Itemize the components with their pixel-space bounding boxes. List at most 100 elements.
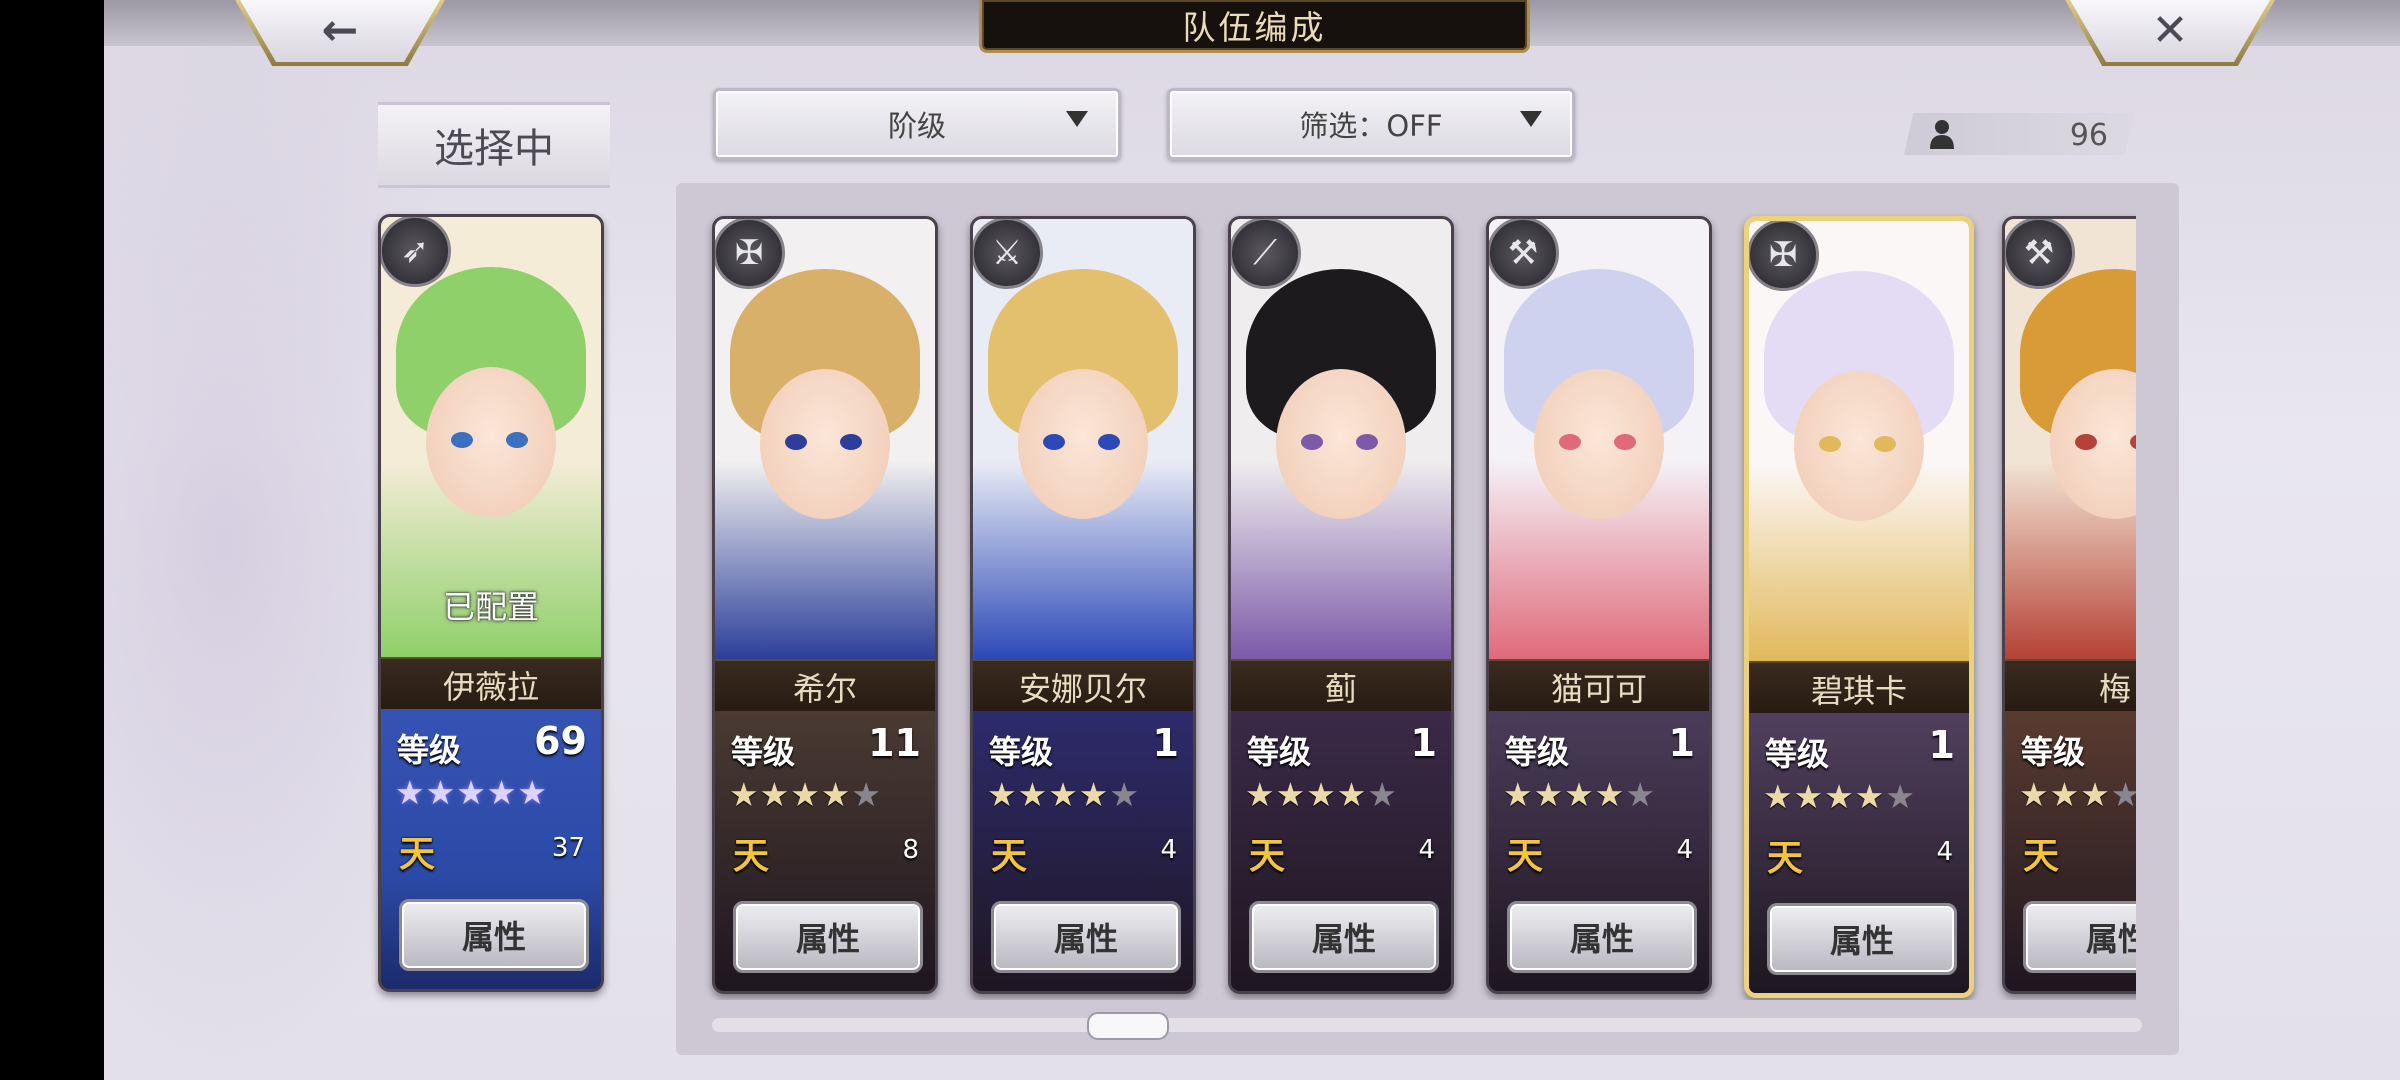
star-icon: ★ — [1367, 775, 1398, 814]
star-icon: ★ — [1078, 775, 1110, 814]
hammer-icon: ⚒ — [2005, 219, 2075, 289]
star-icon: ★ — [1885, 777, 1916, 816]
character-name: 安娜贝尔 — [973, 659, 1193, 713]
star-icon: ★ — [456, 773, 487, 812]
unit-count: 37 — [551, 833, 585, 863]
character-name: 猫可可 — [1489, 659, 1709, 713]
unit-count: 8 — [902, 835, 919, 865]
star-icon: ★ — [2049, 775, 2081, 814]
card-stats: 等级 1 ★★★★★ 天 4 属性 — [1749, 713, 1969, 993]
star-rating: ★★★★★ — [1245, 775, 1398, 814]
level-value: 11 — [868, 721, 921, 765]
tian-icon: 天 — [2023, 836, 2060, 877]
roster-counter: 96 — [1904, 113, 2134, 155]
character-name: 伊薇拉 — [381, 657, 601, 711]
unit-count: 4 — [1936, 837, 1953, 867]
character-name: 希尔 — [715, 659, 935, 713]
attribute-button[interactable]: 属性 — [399, 899, 589, 971]
star-icon: ★ — [1854, 777, 1886, 816]
character-card[interactable]: ⚔ 安娜贝尔 等级 1 ★★★★★ 天 4 属性 — [970, 216, 1196, 994]
roster-count: 96 — [2069, 118, 2108, 153]
card-stats: 等级 1 ★★★★★ 天 4 属性 — [1489, 711, 1709, 991]
sword-icon: ⚔ — [973, 219, 1043, 289]
level-value: 1 — [1410, 721, 1437, 765]
assigned-status: 已配置 — [442, 588, 539, 626]
star-icon: ★ — [1594, 775, 1626, 814]
star-icon: ★ — [395, 773, 426, 812]
card-stats: 等级 69 ★★★★★ 天 37 属性 — [381, 709, 601, 989]
character-name: 碧琪卡 — [1749, 661, 1969, 715]
attribute-button[interactable]: 属性 — [1507, 901, 1697, 973]
close-button[interactable]: ✕ — [2064, 0, 2276, 66]
person-icon — [1930, 120, 1954, 149]
level-label: 等级 — [731, 733, 796, 771]
star-icon: ★ — [2019, 775, 2050, 814]
attribute-button[interactable]: 属性 — [733, 901, 923, 973]
attribute-button[interactable]: 属性 — [991, 901, 1181, 973]
tian-icon: 天 — [733, 836, 770, 877]
star-icon: ★ — [1336, 775, 1368, 814]
chevron-down-icon — [1066, 111, 1088, 127]
level-label: 等级 — [1505, 733, 1570, 771]
attribute-button[interactable]: 属性 — [1249, 901, 1439, 973]
back-button[interactable]: ← — [234, 0, 446, 66]
star-rating: ★★★★★ — [395, 773, 548, 812]
star-icon: ★ — [1824, 777, 1855, 816]
level-value: 69 — [534, 719, 587, 763]
star-icon: ★ — [1275, 775, 1307, 814]
character-card[interactable]: ⚒ 梅等级 ★★★★★ 天属性 — [2002, 216, 2136, 994]
star-icon: ★ — [517, 773, 548, 812]
filter-dropdown-label: 筛选：OFF — [1299, 109, 1443, 143]
filter-dropdown[interactable]: 筛选：OFF — [1167, 88, 1575, 160]
star-icon: ★ — [1763, 777, 1794, 816]
star-icon: ★ — [729, 775, 760, 814]
star-icon: ★ — [1048, 775, 1079, 814]
team-formation-screen: ← 队伍编成 ✕ 选择中 阶级 筛选：OFF 96 ➶ 已配置 伊薇拉 等级 6… — [104, 0, 2400, 1080]
character-list[interactable]: ✠ 希尔 等级 11 ★★★★★ 天 8 属性 ⚔ 安娜贝尔 等级 1 ★★★★★ 天 4 属性 ⟋ 蓟等级 1 ★★… — [704, 200, 2136, 1000]
star-icon: ★ — [1564, 775, 1595, 814]
unit-count: 4 — [1160, 835, 1177, 865]
rank-dropdown-label: 阶级 — [887, 109, 946, 143]
level-label: 等级 — [2021, 733, 2086, 771]
star-rating: ★★★★★ — [1503, 775, 1656, 814]
scrollbar-thumb[interactable] — [1087, 1012, 1169, 1040]
level-label: 等级 — [989, 733, 1054, 771]
star-icon: ★ — [1533, 775, 1565, 814]
star-rating: ★★★★★ — [2019, 775, 2136, 814]
character-card[interactable]: ⟋ 蓟等级 1 ★★★★★ 天 4 属性 — [1228, 216, 1454, 994]
chevron-down-icon — [1520, 111, 1542, 127]
level-label: 等级 — [397, 731, 462, 769]
unit-count: 4 — [1418, 835, 1435, 865]
level-value: 1 — [1668, 721, 1695, 765]
level-label: 等级 — [1765, 735, 1830, 773]
unit-count: 4 — [1676, 835, 1693, 865]
star-rating: ★★★★★ — [729, 775, 882, 814]
character-card[interactable]: ✠ 碧琪卡 等级 1 ★★★★★ 天 4 属性 — [1744, 216, 1974, 998]
character-card[interactable]: ⚒ 猫可可等级 1 ★★★★★ 天 4 属性 — [1486, 216, 1712, 994]
star-icon: ★ — [1793, 777, 1825, 816]
star-icon: ★ — [486, 773, 518, 812]
star-icon: ★ — [1625, 775, 1656, 814]
back-arrow-icon: ← — [321, 4, 359, 56]
tian-icon: 天 — [1507, 836, 1544, 877]
attribute-button[interactable]: 属性 — [2023, 901, 2136, 973]
star-rating: ★★★★★ — [987, 775, 1140, 814]
axe-icon: ⚒ — [1489, 219, 1559, 289]
card-stats: 等级 11 ★★★★★ 天 8 属性 — [715, 711, 935, 991]
star-icon: ★ — [2111, 775, 2136, 814]
star-icon: ★ — [820, 775, 852, 814]
attribute-button[interactable]: 属性 — [1767, 903, 1957, 975]
horizontal-scrollbar[interactable] — [712, 1018, 2142, 1032]
star-icon: ★ — [1109, 775, 1140, 814]
character-name: 梅 — [2005, 659, 2136, 713]
selected-character-card[interactable]: ➶ 已配置 伊薇拉 等级 69 ★★★★★ 天 37 属性 — [378, 214, 604, 992]
card-stats: 等级 ★★★★★ 天属性 — [2005, 711, 2136, 991]
tian-icon: 天 — [991, 836, 1028, 877]
star-icon: ★ — [987, 775, 1018, 814]
star-icon: ★ — [759, 775, 791, 814]
close-icon: ✕ — [2151, 4, 2189, 56]
star-icon: ★ — [1245, 775, 1276, 814]
tian-icon: 天 — [1249, 836, 1286, 877]
character-card[interactable]: ✠ 希尔 等级 11 ★★★★★ 天 8 属性 — [712, 216, 938, 994]
rank-dropdown[interactable]: 阶级 — [713, 88, 1121, 160]
